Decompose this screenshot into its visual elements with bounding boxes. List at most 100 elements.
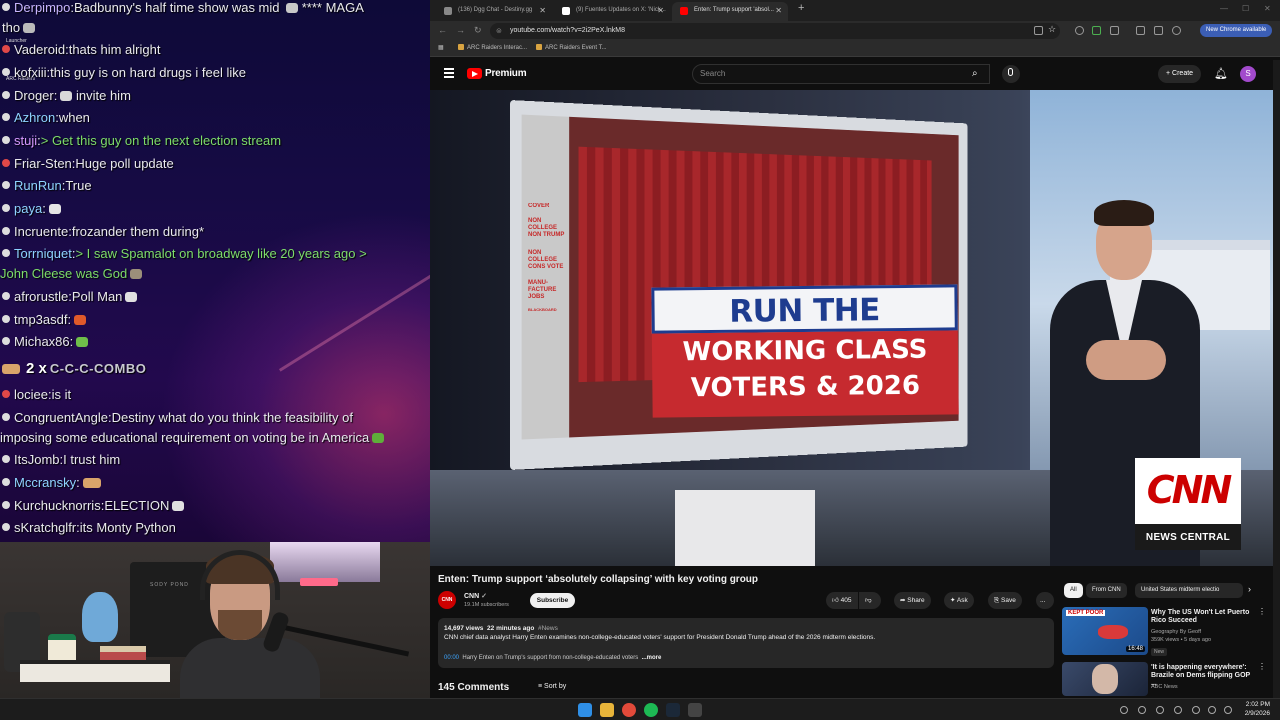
- url-text[interactable]: youtube.com/watch?v=2i2PeX.lnkM8: [510, 27, 625, 34]
- more-options-icon[interactable]: ⋮: [1258, 607, 1266, 616]
- chat-username[interactable]: Derpimpo: [14, 0, 70, 15]
- network-icon[interactable]: [1192, 706, 1200, 714]
- chip-from-cnn[interactable]: From CNN: [1086, 583, 1127, 598]
- chevron-right-icon[interactable]: ›: [1248, 584, 1251, 594]
- ask-button[interactable]: ✦ Ask: [944, 592, 974, 609]
- recommendation-channel[interactable]: ABC News: [1151, 684, 1251, 691]
- extensions-puzzle-icon[interactable]: [1110, 26, 1119, 35]
- clock-date[interactable]: 2/9/2026: [1245, 710, 1270, 717]
- chat-username[interactable]: Kurchucknorris: [14, 498, 101, 513]
- profile-icon[interactable]: [1172, 26, 1181, 35]
- volume-icon[interactable]: [1208, 706, 1216, 714]
- tray-icon[interactable]: [1174, 706, 1182, 714]
- file-explorer-icon[interactable]: [600, 703, 614, 717]
- video-player[interactable]: COVER NON COLLEGE NON TRUMP NON COLLEGE …: [430, 90, 1273, 566]
- apps-icon[interactable]: ▦: [438, 44, 444, 51]
- chat-username[interactable]: Mccransky: [14, 475, 76, 490]
- recommendation-thumbnail[interactable]: [1062, 662, 1148, 696]
- chrome-icon[interactable]: [622, 703, 636, 717]
- chat-username[interactable]: stuji: [14, 133, 37, 148]
- chat-username[interactable]: CongruentAngle: [14, 410, 108, 425]
- screen-label: BLACKBOARD: [528, 307, 557, 312]
- like-button[interactable]: 👍︎ 405: [826, 592, 858, 609]
- sort-comments-button[interactable]: ≡ Sort by: [538, 683, 566, 690]
- channel-name[interactable]: CNN ✓: [464, 592, 487, 600]
- close-tab-icon[interactable]: ✕: [657, 2, 664, 19]
- chat-username[interactable]: Friar-Sten: [14, 156, 72, 171]
- chat-username[interactable]: Vaderoid: [14, 42, 65, 57]
- chat-username[interactable]: Michax86: [14, 334, 70, 349]
- chat-username[interactable]: tmp3asdf: [14, 312, 67, 327]
- account-avatar[interactable]: S: [1240, 66, 1256, 82]
- chat-username[interactable]: afrorustle: [14, 289, 68, 304]
- extension-icon[interactable]: [1075, 26, 1084, 35]
- clock-time[interactable]: 2:02 PM: [1246, 701, 1270, 708]
- hashtag[interactable]: #News: [538, 625, 558, 632]
- bookmark-item[interactable]: ARC Raiders Event T...: [536, 44, 607, 51]
- more-actions-button[interactable]: ...: [1036, 592, 1054, 609]
- tray-icon[interactable]: [1120, 706, 1128, 714]
- chip-all[interactable]: All: [1064, 583, 1083, 598]
- site-info-icon[interactable]: ⊜: [496, 27, 502, 35]
- chat-username[interactable]: kofxiii: [14, 65, 47, 80]
- create-button[interactable]: + Create: [1158, 65, 1202, 83]
- recommendation-thumbnail[interactable]: KEPT POOR 16:48: [1062, 607, 1148, 655]
- save-button[interactable]: ⎘ Save: [988, 592, 1022, 609]
- youtube-logo-icon[interactable]: [467, 68, 482, 79]
- chip-midterm-elections[interactable]: United States midterm electio: [1135, 583, 1243, 598]
- search-button[interactable]: ⌕: [960, 64, 990, 84]
- back-icon[interactable]: ←: [438, 25, 447, 35]
- chat-username[interactable]: Incruente: [14, 224, 68, 239]
- minimize-icon[interactable]: —: [1220, 4, 1228, 13]
- chat-username[interactable]: Droger: [14, 88, 54, 103]
- chrome-update-button[interactable]: New Chrome available: [1200, 24, 1273, 37]
- youtube-premium-label[interactable]: Premium: [485, 68, 527, 79]
- tray-icon[interactable]: [1156, 706, 1164, 714]
- close-window-icon[interactable]: ✕: [1264, 4, 1271, 13]
- terminal-icon[interactable]: [688, 703, 702, 717]
- tray-icon[interactable]: [1138, 706, 1146, 714]
- sidebar-icon[interactable]: [1136, 26, 1145, 35]
- dislike-button[interactable]: 👎︎: [859, 592, 881, 609]
- spotify-icon[interactable]: [644, 703, 658, 717]
- emote-icon: [74, 315, 87, 325]
- browser-tab-active[interactable]: Enten: Trump support 'absol... ✕: [672, 2, 788, 21]
- show-more-link[interactable]: ...more: [642, 655, 662, 661]
- browser-tab[interactable]: (136) Dgg Chat - Destiny.gg ✕: [436, 2, 552, 21]
- voice-search-button[interactable]: [1002, 65, 1020, 83]
- more-options-icon[interactable]: ⋮: [1258, 662, 1266, 671]
- chat-username[interactable]: ItsJomb: [14, 452, 60, 467]
- chat-username[interactable]: lociee: [14, 387, 48, 402]
- chat-username[interactable]: RunRun: [14, 178, 62, 193]
- battery-icon[interactable]: [1224, 706, 1232, 714]
- browser-tab[interactable]: (9) Fuentes Updates on X: 'Nick... ✕: [554, 2, 670, 21]
- share-button[interactable]: ➦ Share: [894, 592, 931, 609]
- subscribe-button[interactable]: Subscribe: [530, 593, 575, 608]
- bookmark-item[interactable]: ARC Raiders Interac...: [458, 44, 527, 51]
- reload-icon[interactable]: ↻: [474, 25, 482, 36]
- new-tab-button[interactable]: +: [798, 2, 804, 14]
- search-input[interactable]: [692, 64, 990, 84]
- close-tab-icon[interactable]: ✕: [775, 2, 782, 19]
- channel-avatar[interactable]: CNN: [438, 591, 456, 609]
- maximize-icon[interactable]: ☐: [1242, 4, 1249, 13]
- downloads-icon[interactable]: [1154, 26, 1163, 35]
- scrollbar[interactable]: [1273, 60, 1280, 698]
- recommendation-title[interactable]: Why The US Won't Let Puerto Rico Succeed: [1151, 609, 1251, 625]
- close-tab-icon[interactable]: ✕: [539, 2, 546, 19]
- start-menu-icon[interactable]: [578, 703, 592, 717]
- notifications-bell-icon[interactable]: 🔔︎: [1214, 67, 1228, 80]
- chat-username[interactable]: sKratchglfr: [14, 520, 76, 535]
- recommendation-channel[interactable]: Geography By Geoff: [1151, 629, 1251, 636]
- extension-icon[interactable]: [1092, 26, 1101, 35]
- chat-username[interactable]: Torrniquet: [14, 246, 72, 261]
- forward-icon[interactable]: →: [456, 25, 465, 35]
- steam-icon[interactable]: [666, 703, 680, 717]
- chat-username[interactable]: paya: [14, 201, 42, 216]
- upload-age: 22 minutes ago: [487, 625, 535, 632]
- cast-icon[interactable]: [1034, 26, 1043, 35]
- bookmark-star-icon[interactable]: ☆: [1048, 24, 1056, 35]
- chapter-timestamp[interactable]: 00:00: [444, 655, 459, 661]
- hamburger-menu-icon[interactable]: [444, 68, 454, 78]
- chat-username[interactable]: Azhron: [14, 110, 55, 125]
